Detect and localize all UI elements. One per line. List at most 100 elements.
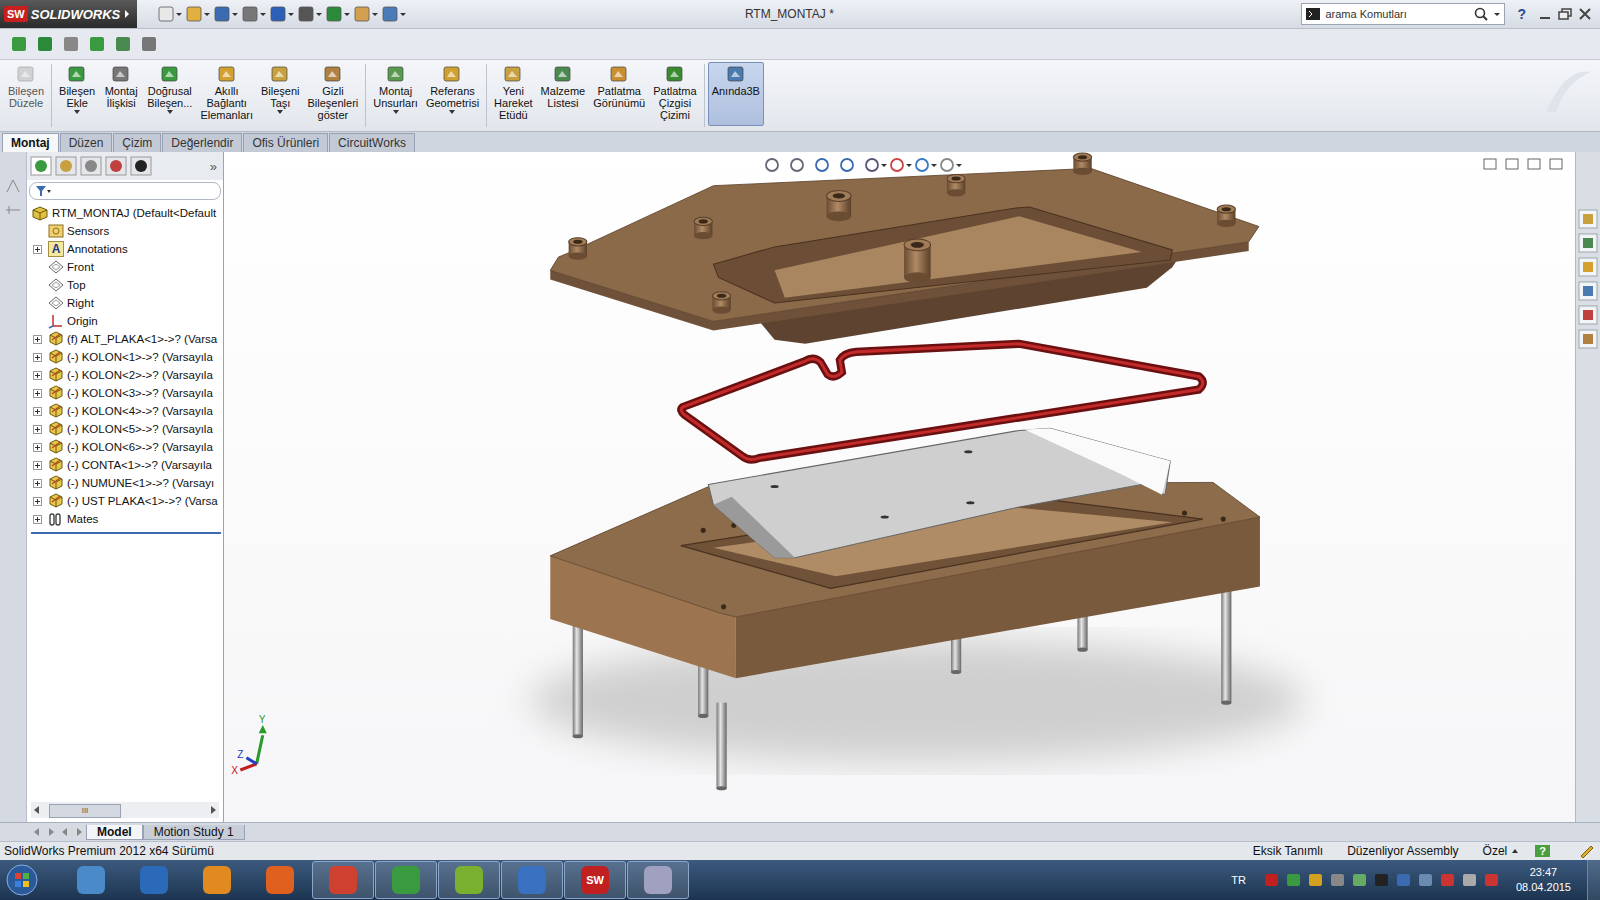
dropdown-icon[interactable] xyxy=(166,109,174,115)
ribbon-button[interactable]: BileşenEkle xyxy=(55,62,99,126)
ribbon-button[interactable]: AkıllıBağlantıElemanları xyxy=(196,62,257,126)
tree-item[interactable]: Origin xyxy=(27,312,223,330)
bottom-tab[interactable]: Model xyxy=(86,825,143,840)
upper-plate-part[interactable] xyxy=(550,153,1259,344)
expand-icon[interactable] xyxy=(33,245,42,254)
quick-access-icon[interactable] xyxy=(325,5,351,23)
ribbon-button[interactable]: DoğrusalBileşen... xyxy=(143,62,196,126)
task-pane-icon[interactable] xyxy=(1577,328,1599,350)
tray-icon[interactable] xyxy=(1262,871,1282,889)
expand-icon[interactable] xyxy=(33,389,42,398)
expand-icon[interactable] xyxy=(33,497,42,506)
tray-icon[interactable] xyxy=(1372,871,1392,889)
sketch-icon[interactable] xyxy=(3,176,23,196)
taskbar-app[interactable] xyxy=(123,861,185,899)
quick-access-icon[interactable] xyxy=(241,5,267,23)
tree-item[interactable]: (-) KOLON<6>->? (Varsayıla xyxy=(27,438,223,456)
dropdown-icon[interactable] xyxy=(448,109,456,115)
tree-item[interactable]: Mates xyxy=(27,510,223,528)
quick-access-icon[interactable] xyxy=(213,5,239,23)
bottom-tab[interactable]: Motion Study 1 xyxy=(143,825,245,840)
expand-icon[interactable] xyxy=(33,407,42,416)
toolbar-icon[interactable] xyxy=(138,33,162,55)
view-tool-icon[interactable] xyxy=(764,156,788,174)
tree-root[interactable]: RTM_MONTAJ (Default<Default xyxy=(27,204,223,222)
tab-nav-icon[interactable] xyxy=(30,825,44,839)
quick-access-icon[interactable] xyxy=(157,5,183,23)
taskbar-app[interactable] xyxy=(249,861,311,899)
tray-icon[interactable] xyxy=(1284,871,1304,889)
tree-item[interactable]: (-) KOLON<5>->? (Varsayıla xyxy=(27,420,223,438)
status-help[interactable]: ? xyxy=(1535,845,1550,857)
tab-nav-icon[interactable] xyxy=(58,825,72,839)
viewport-control-icon[interactable] xyxy=(1547,156,1567,172)
toolbar-icon[interactable] xyxy=(112,33,136,55)
toolbar-icon[interactable] xyxy=(34,33,58,55)
task-pane-icon[interactable] xyxy=(1577,232,1599,254)
expand-icon[interactable] xyxy=(33,443,42,452)
view-tool-icon[interactable] xyxy=(914,156,938,174)
ribbon-button[interactable]: GizliBileşenlerigöster xyxy=(304,62,363,126)
ribbon-button[interactable]: Anında3B xyxy=(708,62,764,126)
tree-item[interactable]: AAnnotations xyxy=(27,240,223,258)
ribbon-button[interactable]: PatlatmaGörünümü xyxy=(589,62,649,126)
tree-item[interactable]: (-) CONTA<1>->? (Varsayıla xyxy=(27,456,223,474)
viewport-control-icon[interactable] xyxy=(1525,156,1545,172)
expand-icon[interactable] xyxy=(33,335,42,344)
rebuild-icon[interactable] xyxy=(1578,843,1596,859)
tray-icon[interactable] xyxy=(1394,871,1414,889)
ribbon-button[interactable]: BileşeniTaşı xyxy=(257,62,304,126)
ribbon-button[interactable]: ReferansGeometrisi xyxy=(422,62,483,126)
tray-icon[interactable] xyxy=(1350,871,1370,889)
expand-icon[interactable] xyxy=(33,479,42,488)
close-icon[interactable] xyxy=(1576,6,1594,22)
menu-arrow-icon[interactable] xyxy=(123,7,131,21)
tree-item[interactable]: (-) KOLON<4>->? (Varsayıla xyxy=(27,402,223,420)
task-pane-icon[interactable] xyxy=(1577,280,1599,302)
help-button[interactable]: ? xyxy=(1517,6,1526,22)
solidworks-logo[interactable]: SWSOLIDWORKS xyxy=(0,0,137,28)
tree-item[interactable]: (-) KOLON<1>->? (Varsayıla xyxy=(27,348,223,366)
ribbon-button[interactable]: YeniHareketEtüdü xyxy=(490,62,537,126)
expand-icon[interactable] xyxy=(33,353,42,362)
restore-icon[interactable] xyxy=(1556,6,1574,22)
tab-nav-icon[interactable] xyxy=(72,825,86,839)
gasket-part[interactable] xyxy=(681,344,1203,460)
dropdown-icon[interactable] xyxy=(392,109,400,115)
toolbar-icon[interactable] xyxy=(60,33,84,55)
manager-tab-icon[interactable] xyxy=(29,156,53,176)
view-tool-icon[interactable] xyxy=(789,156,813,174)
expand-icon[interactable] xyxy=(33,371,42,380)
manager-tab-icon[interactable] xyxy=(54,156,78,176)
taskbar-app[interactable] xyxy=(627,861,689,899)
language-indicator[interactable]: TR xyxy=(1231,874,1246,886)
expand-icon[interactable] xyxy=(33,425,42,434)
tray-icon[interactable] xyxy=(1482,871,1502,889)
clock[interactable]: 23:4708.04.2015 xyxy=(1516,865,1571,895)
show-desktop-button[interactable] xyxy=(1587,860,1600,900)
ribbon-button[interactable]: PatlatmaÇizgisiÇizimi xyxy=(649,62,700,126)
taskbar-app[interactable] xyxy=(501,861,563,899)
view-tool-icon[interactable] xyxy=(889,156,913,174)
tree-filter[interactable] xyxy=(29,182,221,200)
task-pane-icon[interactable] xyxy=(1577,208,1599,230)
view-tool-icon[interactable] xyxy=(864,156,888,174)
taskbar-app[interactable] xyxy=(438,861,500,899)
scroll-right-icon[interactable] xyxy=(207,804,219,816)
command-tab[interactable]: Montaj xyxy=(2,133,59,152)
task-pane-icon[interactable] xyxy=(1577,304,1599,326)
tree-scrollbar[interactable]: III xyxy=(31,802,219,818)
taskbar-app[interactable] xyxy=(312,861,374,899)
quick-access-icon[interactable] xyxy=(381,5,407,23)
quick-access-icon[interactable] xyxy=(297,5,323,23)
tree-item[interactable]: Top xyxy=(27,276,223,294)
start-orb-icon[interactable] xyxy=(0,860,44,900)
column-part[interactable] xyxy=(716,703,726,791)
tray-icon[interactable] xyxy=(1416,871,1436,889)
dropdown-icon[interactable] xyxy=(1493,7,1501,21)
tray-icon[interactable] xyxy=(1328,871,1348,889)
tree-item[interactable]: Front xyxy=(27,258,223,276)
quick-access-icon[interactable] xyxy=(353,5,379,23)
quick-access-icon[interactable] xyxy=(269,5,295,23)
command-tab[interactable]: Çizim xyxy=(113,133,161,152)
